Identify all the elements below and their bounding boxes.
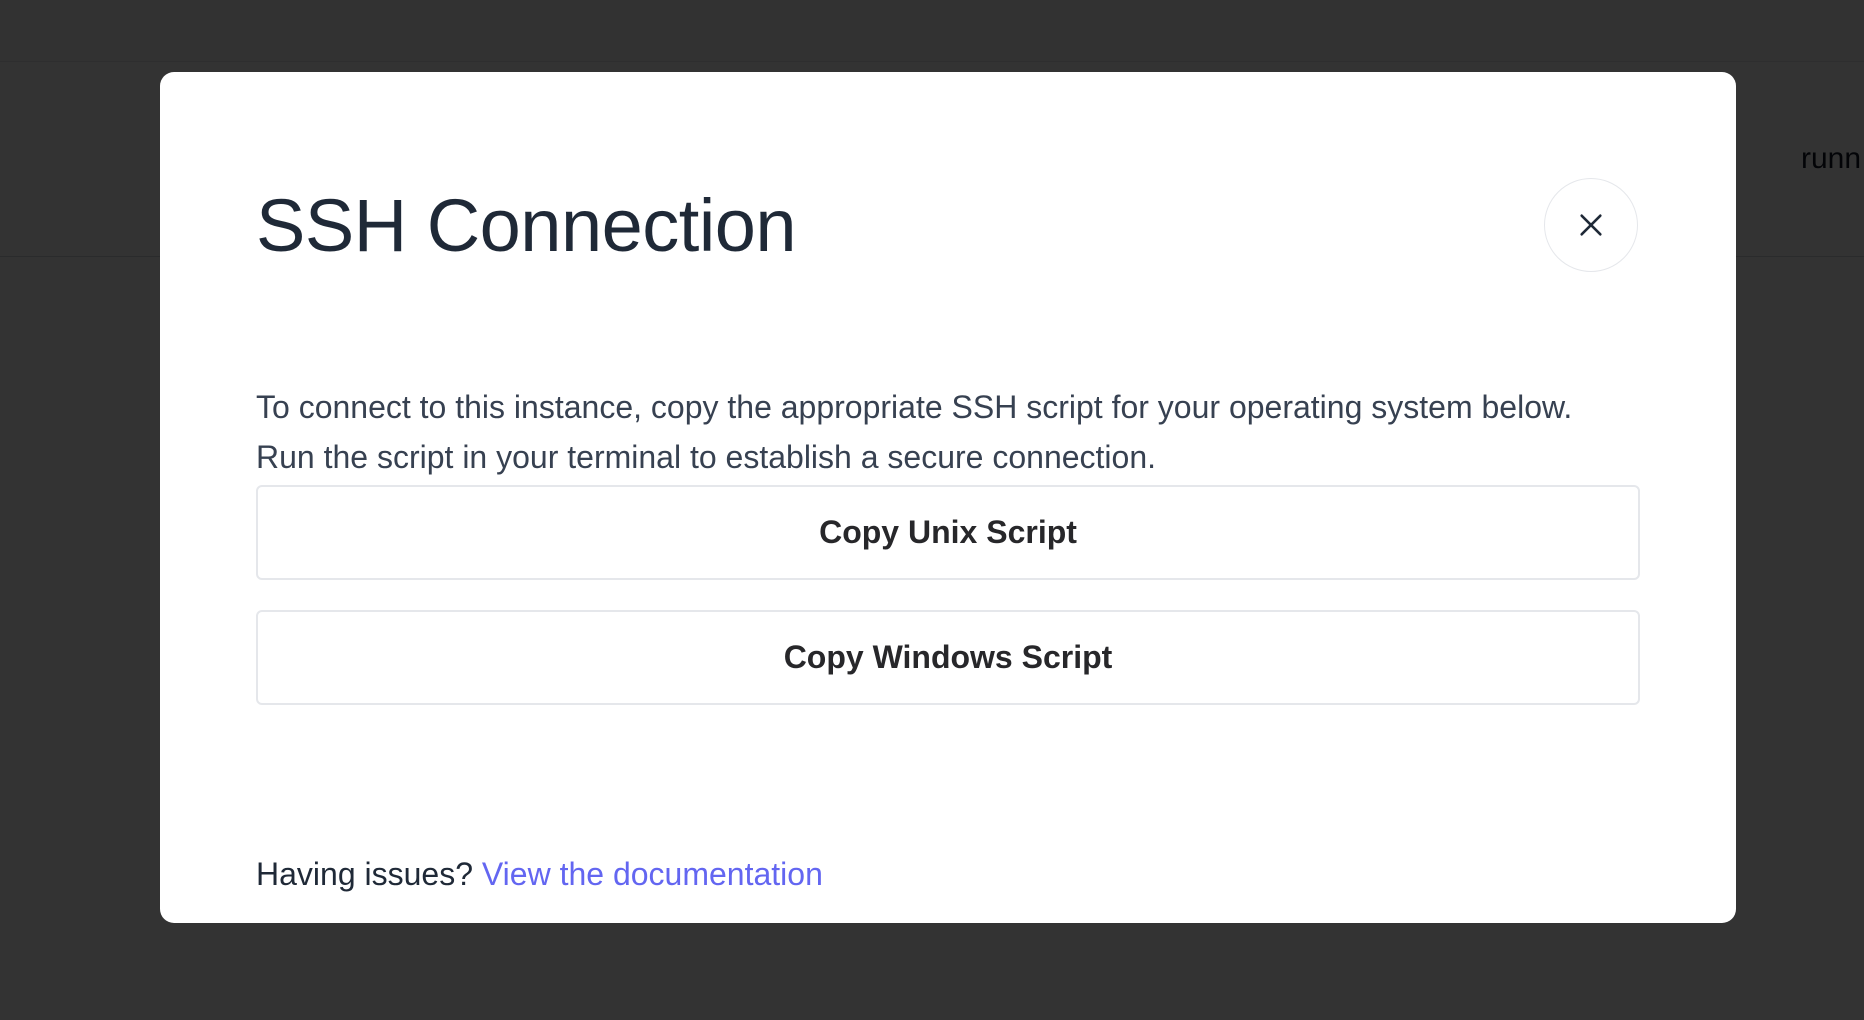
close-icon [1577, 211, 1605, 239]
copy-unix-script-button[interactable]: Copy Unix Script [256, 485, 1640, 580]
documentation-link[interactable]: View the documentation [482, 856, 823, 892]
dialog-footer: Having issues? View the documentation [256, 852, 823, 896]
dialog-title: SSH Connection [256, 184, 797, 267]
ssh-connection-dialog: SSH Connection To connect to this instan… [160, 72, 1736, 923]
dialog-description: To connect to this instance, copy the ap… [256, 389, 1573, 475]
close-button[interactable] [1544, 178, 1638, 272]
help-prompt: Having issues? [256, 856, 482, 892]
copy-windows-script-button[interactable]: Copy Windows Script [256, 610, 1640, 705]
